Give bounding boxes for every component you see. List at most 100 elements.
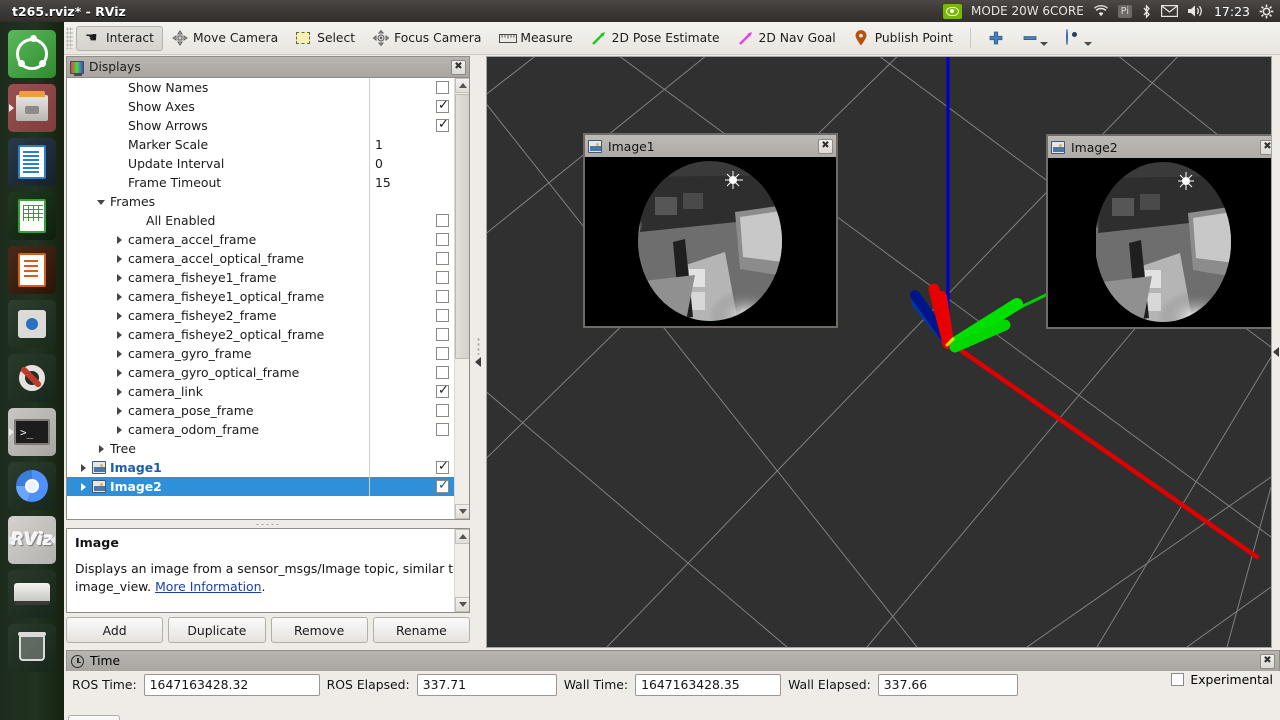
launcher-item-disk[interactable] — [8, 570, 56, 618]
bluetooth-icon[interactable] — [1141, 3, 1152, 19]
display-enabled-checkbox[interactable] — [436, 328, 449, 341]
dock-vertical-splitter[interactable] — [470, 56, 486, 648]
chevron-right-icon[interactable] — [115, 387, 124, 396]
launcher-item-libreoffice-impress[interactable] — [8, 246, 56, 294]
tool-interact[interactable]: ☚ Interact — [76, 25, 163, 51]
display-tree-row[interactable]: Show Axes — [67, 97, 455, 116]
launcher-item-terminal[interactable]: >_ — [8, 408, 56, 456]
launcher-item-files[interactable] — [8, 84, 56, 132]
volume-icon[interactable] — [1187, 4, 1205, 18]
launcher-item-libreoffice-calc[interactable] — [8, 192, 56, 240]
display-enabled-checkbox[interactable] — [436, 98, 449, 113]
chevron-right-icon[interactable] — [115, 406, 124, 415]
image1-window[interactable]: Image1 ✖ — [583, 133, 838, 328]
collapse-left-dock-icon[interactable] — [475, 357, 481, 367]
display-tree-row[interactable]: camera_pose_frame — [67, 401, 455, 420]
launcher-item-ubuntu-software[interactable] — [8, 300, 56, 348]
add-tool-button[interactable] — [979, 26, 1013, 51]
chevron-down-icon[interactable] — [97, 197, 106, 206]
display-enabled-checkbox[interactable] — [436, 271, 449, 284]
gear-icon[interactable] — [1259, 4, 1274, 19]
toolbar-drag-handle[interactable] — [66, 27, 73, 49]
duplicate-display-button[interactable]: Duplicate — [168, 617, 266, 643]
display-tree-row[interactable]: camera_link — [67, 382, 455, 401]
displays-tree[interactable]: Show Names Show Axes Show Arrows Marker Sca… — [66, 77, 470, 520]
tool-publish-point[interactable]: Publish Point — [845, 26, 962, 51]
display-enabled-checkbox[interactable] — [436, 233, 449, 246]
display-enabled-checkbox[interactable] — [436, 290, 449, 303]
chevron-right-icon[interactable] — [115, 273, 124, 282]
tool-2d-pose-estimate[interactable]: 2D Pose Estimate — [582, 26, 729, 51]
displays-tree-scrollbar[interactable] — [454, 78, 469, 519]
scroll-down-icon[interactable] — [455, 504, 469, 519]
launcher-item-chromium[interactable] — [8, 462, 56, 510]
display-enabled-checkbox[interactable] — [436, 383, 449, 398]
display-tree-row[interactable]: camera_accel_frame — [67, 230, 455, 249]
display-enabled-checkbox[interactable] — [436, 404, 449, 417]
ros-time-input[interactable]: 1647163428.32 — [143, 673, 320, 696]
display-tree-row[interactable]: Show Names — [67, 78, 455, 97]
display-enabled-checkbox[interactable] — [436, 478, 449, 493]
display-enabled-checkbox[interactable] — [436, 309, 449, 322]
display-enabled-checkbox[interactable] — [436, 117, 449, 132]
pi-indicator-icon[interactable]: Pi — [1117, 4, 1132, 18]
desc-scroll-up-icon[interactable] — [455, 529, 469, 544]
image2-titlebar[interactable]: Image2 ✖ — [1048, 136, 1271, 158]
right-panel-splitter[interactable] — [1272, 56, 1280, 648]
rename-display-button[interactable]: Rename — [372, 617, 470, 643]
chevron-right-icon[interactable] — [115, 311, 124, 320]
display-tree-row-value[interactable]: 15 — [375, 175, 391, 190]
display-tree-row[interactable]: Image2 — [67, 477, 455, 496]
display-tree-row[interactable]: Show Arrows — [67, 116, 455, 135]
experimental-checkbox-row[interactable]: Experimental — [1171, 672, 1273, 687]
chevron-right-icon[interactable] — [115, 292, 124, 301]
launcher-item-trash[interactable] — [8, 624, 56, 672]
launcher-item-system-settings[interactable] — [8, 354, 56, 402]
nvidia-logo-icon[interactable] — [943, 3, 963, 19]
gpu-mode-label[interactable]: MODE 20W 6CORE — [971, 4, 1084, 18]
display-tree-row[interactable]: Marker Scale 1 — [67, 135, 455, 154]
remove-tool-button[interactable] — [1013, 26, 1057, 51]
chevron-right-icon[interactable] — [115, 235, 124, 244]
display-tree-row-value[interactable]: 1 — [375, 137, 383, 152]
display-tree-row[interactable]: camera_fisheye1_frame — [67, 268, 455, 287]
display-tree-row[interactable]: camera_fisheye2_frame — [67, 306, 455, 325]
display-tree-row[interactable]: camera_accel_optical_frame — [67, 249, 455, 268]
display-tree-row-value[interactable]: 0 — [375, 156, 383, 171]
wall-time-input[interactable]: 1647163428.35 — [635, 673, 782, 696]
tool-focus-camera[interactable]: Focus Camera — [364, 26, 490, 51]
launcher-item-libreoffice-writer[interactable] — [8, 138, 56, 186]
reset-button[interactable]: Reset — [68, 715, 120, 720]
scroll-up-icon[interactable] — [455, 78, 469, 93]
tool-move-camera[interactable]: Move Camera — [163, 26, 287, 51]
display-enabled-checkbox[interactable] — [436, 347, 449, 360]
scrollbar-thumb[interactable] — [455, 94, 469, 359]
more-information-link[interactable]: More Information — [155, 579, 261, 594]
display-tree-row[interactable]: camera_gyro_optical_frame — [67, 363, 455, 382]
mail-icon[interactable] — [1160, 5, 1178, 17]
desc-scroll-down-icon[interactable] — [455, 597, 469, 612]
display-enabled-checkbox[interactable] — [436, 459, 449, 474]
display-tree-row[interactable]: camera_fisheye2_optical_frame — [67, 325, 455, 344]
wifi-icon[interactable] — [1093, 4, 1109, 18]
display-tree-row[interactable]: camera_gyro_frame — [67, 344, 455, 363]
display-tree-row[interactable]: Frames — [67, 192, 455, 211]
display-enabled-checkbox[interactable] — [436, 366, 449, 379]
remove-display-button[interactable]: Remove — [270, 617, 368, 643]
launcher-item-rviz[interactable]: RViz — [8, 516, 56, 564]
display-tree-row[interactable]: Tree — [67, 439, 455, 458]
dock-horizontal-splitter[interactable] — [66, 521, 470, 528]
clock-label[interactable]: 17:23 — [1214, 4, 1250, 19]
chevron-right-icon[interactable] — [115, 254, 124, 263]
close-icon[interactable]: ✖ — [451, 59, 466, 75]
image1-titlebar[interactable]: Image1 ✖ — [585, 135, 836, 157]
display-tree-row[interactable]: camera_odom_frame — [67, 420, 455, 439]
visibility-chevron-down-icon[interactable] — [1083, 42, 1092, 46]
wall-elapsed-input[interactable]: 337.66 — [877, 673, 1018, 696]
remove-tool-chevron-down-icon[interactable] — [1039, 42, 1048, 46]
visibility-button[interactable] — [1057, 26, 1101, 51]
display-tree-row[interactable]: camera_fisheye1_optical_frame — [67, 287, 455, 306]
3d-viewport[interactable]: Image1 ✖ Image2 ✖ — [486, 56, 1272, 648]
chevron-right-icon[interactable] — [115, 425, 124, 434]
display-enabled-checkbox[interactable] — [436, 214, 449, 227]
